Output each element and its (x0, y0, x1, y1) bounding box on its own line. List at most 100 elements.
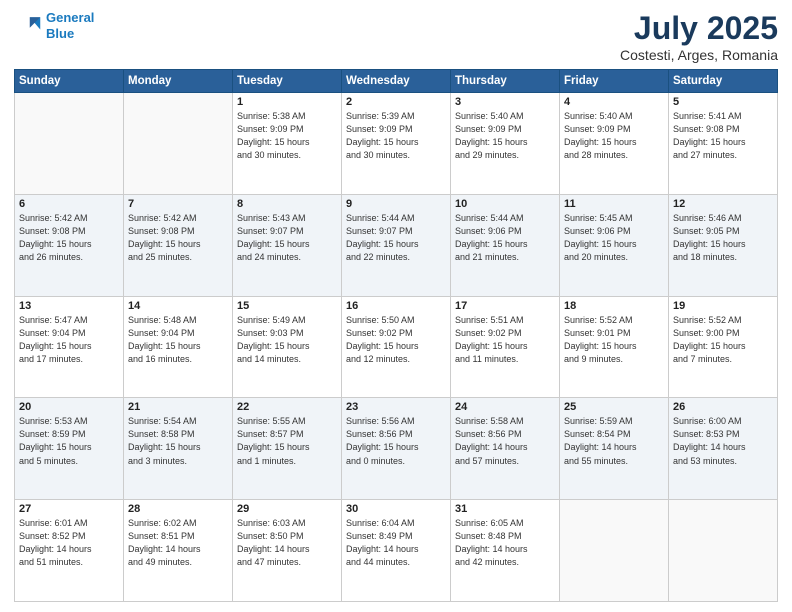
logo-text: General Blue (46, 10, 94, 41)
day-number: 9 (346, 198, 446, 210)
page: General Blue July 2025 Costesti, Arges, … (0, 0, 792, 612)
calendar-cell: 29Sunrise: 6:03 AM Sunset: 8:50 PM Dayli… (233, 500, 342, 602)
calendar-cell (124, 93, 233, 195)
day-info: Sunrise: 5:59 AM Sunset: 8:54 PM Dayligh… (564, 415, 664, 467)
day-info: Sunrise: 5:51 AM Sunset: 9:02 PM Dayligh… (455, 314, 555, 366)
day-number: 17 (455, 300, 555, 312)
calendar-cell: 25 Sunrise: 5:59 AM Sunset: 8:54 PM Dayli… (560, 398, 669, 500)
calendar-week-3: 13Sunrise: 5:47 AM Sunset: 9:04 PM Dayli… (15, 296, 778, 398)
day-number: 14 (128, 300, 228, 312)
calendar-cell: 7Sunrise: 5:42 AM Sunset: 9:08 PM Daylig… (124, 194, 233, 296)
day-number: 21 (128, 401, 228, 413)
day-number: 27 (19, 503, 119, 515)
calendar-cell: 26 Sunrise: 6:00 AM Sunset: 8:53 PM Dayli… (669, 398, 778, 500)
calendar-cell (669, 500, 778, 602)
calendar-cell: 15Sunrise: 5:49 AM Sunset: 9:03 PM Dayli… (233, 296, 342, 398)
day-info: Sunrise: 6:00 AM Sunset: 8:53 PM Dayligh… (673, 415, 773, 467)
day-info: Sunrise: 6:01 AM Sunset: 8:52 PM Dayligh… (19, 517, 119, 569)
calendar-cell: 27 Sunrise: 6:01 AM Sunset: 8:52 PM Dayli… (15, 500, 124, 602)
day-number: 29 (237, 503, 337, 515)
day-number: 30 (346, 503, 446, 515)
calendar-cell: 20 Sunrise: 5:53 AM Sunset: 8:59 PM Dayli… (15, 398, 124, 500)
day-info: Sunrise: 5:54 AM Sunset: 8:58 PM Dayligh… (128, 415, 228, 467)
day-number: 12 (673, 198, 773, 210)
calendar-week-2: 6Sunrise: 5:42 AM Sunset: 9:08 PM Daylig… (15, 194, 778, 296)
calendar-week-1: 1Sunrise: 5:38 AM Sunset: 9:09 PM Daylig… (15, 93, 778, 195)
day-info: Sunrise: 5:53 AM Sunset: 8:59 PM Dayligh… (19, 415, 119, 467)
day-info: Sunrise: 6:02 AM Sunset: 8:51 PM Dayligh… (128, 517, 228, 569)
calendar-cell: 18 Sunrise: 5:52 AM Sunset: 9:01 PM Dayli… (560, 296, 669, 398)
logo-icon (14, 12, 42, 40)
day-number: 20 (19, 401, 119, 413)
calendar-cell: 8 Sunrise: 5:43 AM Sunset: 9:07 PM Daylig… (233, 194, 342, 296)
day-number: 26 (673, 401, 773, 413)
day-number: 4 (564, 96, 664, 108)
day-number: 13 (19, 300, 119, 312)
day-number: 25 (564, 401, 664, 413)
calendar-cell: 1Sunrise: 5:38 AM Sunset: 9:09 PM Daylig… (233, 93, 342, 195)
calendar-cell: 9 Sunrise: 5:44 AM Sunset: 9:07 PM Daylig… (342, 194, 451, 296)
calendar-cell: 12 Sunrise: 5:46 AM Sunset: 9:05 PM Dayli… (669, 194, 778, 296)
calendar-cell: 16 Sunrise: 5:50 AM Sunset: 9:02 PM Dayli… (342, 296, 451, 398)
main-title: July 2025 (620, 10, 778, 47)
calendar-cell: 6Sunrise: 5:42 AM Sunset: 9:08 PM Daylig… (15, 194, 124, 296)
calendar-week-4: 20 Sunrise: 5:53 AM Sunset: 8:59 PM Dayli… (15, 398, 778, 500)
day-number: 19 (673, 300, 773, 312)
calendar-cell: 24 Sunrise: 5:58 AM Sunset: 8:56 PM Dayli… (451, 398, 560, 500)
day-info: Sunrise: 5:58 AM Sunset: 8:56 PM Dayligh… (455, 415, 555, 467)
day-number: 3 (455, 96, 555, 108)
logo-blue: Blue (46, 26, 74, 41)
calendar-cell (15, 93, 124, 195)
day-number: 8 (237, 198, 337, 210)
day-info: Sunrise: 5:56 AM Sunset: 8:56 PM Dayligh… (346, 415, 446, 467)
day-info: Sunrise: 5:50 AM Sunset: 9:02 PM Dayligh… (346, 314, 446, 366)
day-number: 23 (346, 401, 446, 413)
calendar-cell: 23 Sunrise: 5:56 AM Sunset: 8:56 PM Dayli… (342, 398, 451, 500)
day-info: Sunrise: 6:05 AM Sunset: 8:48 PM Dayligh… (455, 517, 555, 569)
day-info: Sunrise: 5:52 AM Sunset: 9:00 PM Dayligh… (673, 314, 773, 366)
logo-general: General (46, 10, 94, 25)
col-tuesday: Tuesday (233, 70, 342, 93)
col-wednesday: Wednesday (342, 70, 451, 93)
col-sunday: Sunday (15, 70, 124, 93)
day-number: 1 (237, 96, 337, 108)
header: General Blue July 2025 Costesti, Arges, … (14, 10, 778, 63)
calendar-table: Sunday Monday Tuesday Wednesday Thursday… (14, 69, 778, 602)
col-friday: Friday (560, 70, 669, 93)
day-info: Sunrise: 5:44 AM Sunset: 9:07 PM Dayligh… (346, 212, 446, 264)
day-info: Sunrise: 5:46 AM Sunset: 9:05 PM Dayligh… (673, 212, 773, 264)
col-monday: Monday (124, 70, 233, 93)
day-info: Sunrise: 5:52 AM Sunset: 9:01 PM Dayligh… (564, 314, 664, 366)
day-info: Sunrise: 5:41 AM Sunset: 9:08 PM Dayligh… (673, 110, 773, 162)
calendar-cell: 30Sunrise: 6:04 AM Sunset: 8:49 PM Dayli… (342, 500, 451, 602)
day-number: 24 (455, 401, 555, 413)
day-number: 18 (564, 300, 664, 312)
day-info: Sunrise: 5:42 AM Sunset: 9:08 PM Dayligh… (19, 212, 119, 264)
calendar-cell: 31Sunrise: 6:05 AM Sunset: 8:48 PM Dayli… (451, 500, 560, 602)
day-number: 11 (564, 198, 664, 210)
calendar-cell: 21 Sunrise: 5:54 AM Sunset: 8:58 PM Dayli… (124, 398, 233, 500)
calendar-cell: 11Sunrise: 5:45 AM Sunset: 9:06 PM Dayli… (560, 194, 669, 296)
day-number: 16 (346, 300, 446, 312)
day-info: Sunrise: 5:48 AM Sunset: 9:04 PM Dayligh… (128, 314, 228, 366)
calendar-cell: 13Sunrise: 5:47 AM Sunset: 9:04 PM Dayli… (15, 296, 124, 398)
title-block: July 2025 Costesti, Arges, Romania (620, 10, 778, 63)
day-info: Sunrise: 5:43 AM Sunset: 9:07 PM Dayligh… (237, 212, 337, 264)
calendar-cell: 22 Sunrise: 5:55 AM Sunset: 8:57 PM Dayli… (233, 398, 342, 500)
subtitle: Costesti, Arges, Romania (620, 47, 778, 63)
col-thursday: Thursday (451, 70, 560, 93)
day-info: Sunrise: 5:49 AM Sunset: 9:03 PM Dayligh… (237, 314, 337, 366)
day-info: Sunrise: 5:39 AM Sunset: 9:09 PM Dayligh… (346, 110, 446, 162)
calendar-cell: 5Sunrise: 5:41 AM Sunset: 9:08 PM Daylig… (669, 93, 778, 195)
day-number: 22 (237, 401, 337, 413)
calendar-cell: 28Sunrise: 6:02 AM Sunset: 8:51 PM Dayli… (124, 500, 233, 602)
day-info: Sunrise: 5:55 AM Sunset: 8:57 PM Dayligh… (237, 415, 337, 467)
day-number: 10 (455, 198, 555, 210)
day-info: Sunrise: 5:40 AM Sunset: 9:09 PM Dayligh… (455, 110, 555, 162)
calendar-cell: 19 Sunrise: 5:52 AM Sunset: 9:00 PM Dayli… (669, 296, 778, 398)
calendar-cell: 3 Sunrise: 5:40 AM Sunset: 9:09 PM Daylig… (451, 93, 560, 195)
day-info: Sunrise: 5:42 AM Sunset: 9:08 PM Dayligh… (128, 212, 228, 264)
calendar-cell: 17 Sunrise: 5:51 AM Sunset: 9:02 PM Dayli… (451, 296, 560, 398)
calendar-cell: 4 Sunrise: 5:40 AM Sunset: 9:09 PM Daylig… (560, 93, 669, 195)
day-info: Sunrise: 5:40 AM Sunset: 9:09 PM Dayligh… (564, 110, 664, 162)
